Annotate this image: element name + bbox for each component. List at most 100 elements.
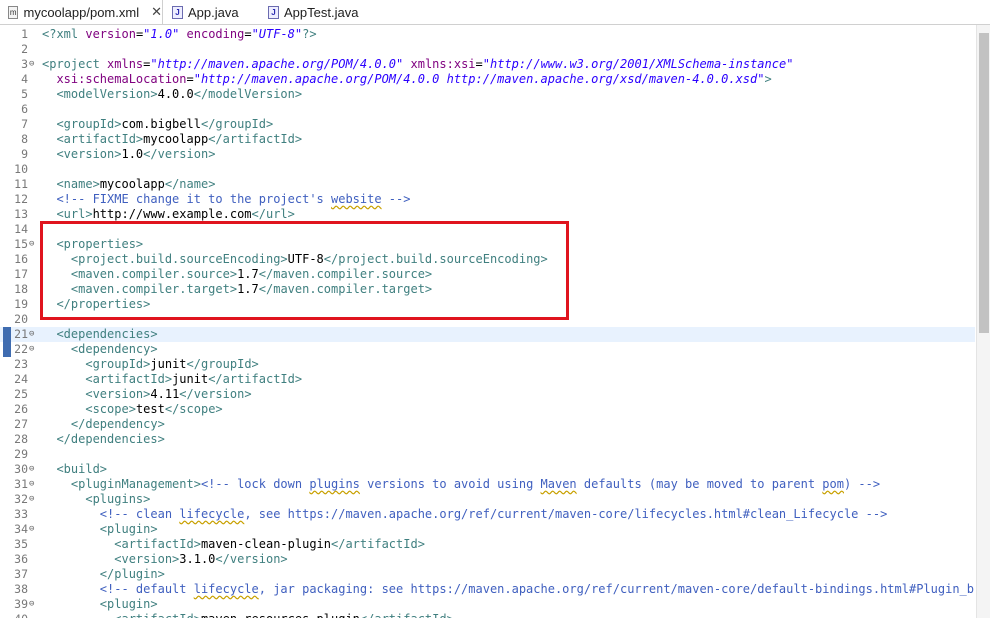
scrollbar-thumb[interactable] (979, 33, 989, 333)
code-line[interactable]: 27 </dependency> (0, 417, 975, 432)
code-line[interactable]: 21 ⊖ <dependencies> (0, 327, 975, 342)
line-code: <project xmlns="http://maven.apache.org/… (42, 57, 794, 71)
line-number: 20 (14, 312, 28, 326)
line-number: 11 (14, 177, 28, 191)
line-number: 23 (14, 357, 28, 371)
line-number: 24 (14, 372, 28, 386)
tab-label: App.java (188, 4, 239, 20)
line-code: <url>http://www.example.com</url> (56, 207, 295, 221)
line-code: <name>mycoolapp</name> (56, 177, 216, 191)
line-code: <pluginManagement><!-- lock down plugins… (70, 477, 881, 491)
line-number: 31 (14, 477, 28, 491)
line-code: <plugins> (85, 492, 151, 506)
code-line[interactable]: 39 ⊖ <plugin> (0, 597, 975, 612)
line-number: 28 (14, 432, 28, 446)
line-number: 9 (21, 147, 28, 161)
line-number: 2 (21, 42, 28, 56)
code-line[interactable]: 22 ⊖ <dependency> (0, 342, 975, 357)
code-line[interactable]: 5 <modelVersion>4.0.0</modelVersion> (0, 87, 975, 102)
code-line[interactable]: 4 xsi:schemaLocation="http://maven.apach… (0, 72, 975, 87)
line-number: 34 (14, 522, 28, 536)
line-number: 35 (14, 537, 28, 551)
code-line[interactable]: 37 </plugin> (0, 567, 975, 582)
line-code: <version>3.1.0</version> (114, 552, 288, 566)
code-line[interactable]: 23 <groupId>junit</groupId> (0, 357, 975, 372)
line-number: 27 (14, 417, 28, 431)
line-number: 12 (14, 192, 28, 206)
line-number: 25 (14, 387, 28, 401)
line-number: 10 (14, 162, 28, 176)
code-line[interactable]: 12 <!-- FIXME change it to the project's… (0, 192, 975, 207)
tab-pom-xml[interactable]: m mycoolapp/pom.xml ✕ (0, 0, 163, 24)
line-code: <groupId>com.bigbell</groupId> (56, 117, 274, 131)
code-line[interactable]: 10 (0, 162, 975, 177)
code-line[interactable]: 31 ⊖ <pluginManagement><!-- lock down plu… (0, 477, 975, 492)
code-line[interactable]: 3 ⊖ <project xmlns="http://maven.apache.or… (0, 57, 975, 72)
code-line[interactable]: 38 <!-- default lifecycle, jar packaging… (0, 582, 975, 597)
fold-toggle-icon[interactable]: ⊖ (29, 462, 37, 477)
code-line[interactable]: 34 ⊖ <plugin> (0, 522, 975, 537)
line-number: 13 (14, 207, 28, 221)
code-line[interactable]: 13 <url>http://www.example.com</url> (0, 207, 975, 222)
line-code: <artifactId>maven-resources-plugin</arti… (42, 612, 454, 618)
line-code: <plugin> (99, 522, 158, 536)
line-number: 8 (21, 132, 28, 146)
tab-apptest-java[interactable]: J AppTest.java (268, 0, 378, 24)
line-number: 38 (14, 582, 28, 596)
tab-app-java[interactable]: J App.java (172, 0, 262, 24)
code-line[interactable]: 35 <artifactId>maven-clean-plugin</artif… (0, 537, 975, 552)
line-code: <artifactId>maven-clean-plugin</artifact… (114, 537, 425, 551)
line-code: <dependencies> (56, 327, 158, 341)
line-number: 4 (21, 72, 28, 86)
line-code: <artifactId>junit</artifactId> (85, 372, 303, 386)
code-line[interactable]: 2 (0, 42, 975, 57)
fold-toggle-icon[interactable]: ⊖ (29, 522, 37, 537)
code-line[interactable]: 28 </dependencies> (0, 432, 975, 447)
code-editor[interactable]: 1 <?xml version="1.0" encoding="UTF-8"?> 2… (0, 25, 975, 618)
code-line[interactable]: 40 <artifactId>maven-resources-plugin</a… (0, 612, 975, 618)
fold-toggle-icon[interactable]: ⊖ (29, 237, 37, 252)
line-code: <version>4.11</version> (85, 387, 252, 401)
line-number: 40 (0, 612, 28, 618)
code-line[interactable]: 29 (0, 447, 975, 462)
code-line[interactable]: 6 (0, 102, 975, 117)
code-line[interactable]: 33 <!-- clean lifecycle, see https://mav… (0, 507, 975, 522)
code-line[interactable]: 36 <version>3.1.0</version> (0, 552, 975, 567)
line-code: <plugin> (99, 597, 158, 611)
code-line[interactable]: 9 <version>1.0</version> (0, 147, 975, 162)
code-line[interactable]: 24 <artifactId>junit</artifactId> (0, 372, 975, 387)
line-code: <modelVersion>4.0.0</modelVersion> (56, 87, 303, 101)
line-code: <build> (56, 462, 108, 476)
line-code: </dependencies> (56, 432, 165, 446)
code-line[interactable]: 8 <artifactId>mycoolapp</artifactId> (0, 132, 975, 147)
line-number: 30 (14, 462, 28, 476)
close-icon[interactable]: ✕ (151, 4, 162, 20)
fold-toggle-icon[interactable]: ⊖ (29, 597, 37, 612)
fold-toggle-icon[interactable]: ⊖ (29, 57, 37, 72)
tab-label: AppTest.java (284, 4, 359, 20)
vertical-scrollbar[interactable] (976, 25, 990, 618)
code-line[interactable]: 11 <name>mycoolapp</name> (0, 177, 975, 192)
line-number: 33 (14, 507, 28, 521)
code-line[interactable]: 30 ⊖ <build> (0, 462, 975, 477)
java-file-icon: J (172, 5, 183, 19)
line-number: 21 (14, 327, 28, 341)
code-line[interactable]: 7 <groupId>com.bigbell</groupId> (0, 117, 975, 132)
line-code: <!-- clean lifecycle, see https://maven.… (99, 507, 888, 521)
line-code: <scope>test</scope> (85, 402, 223, 416)
line-code: <artifactId>mycoolapp</artifactId> (56, 132, 303, 146)
code-line[interactable]: 32 ⊖ <plugins> (0, 492, 975, 507)
fold-toggle-icon[interactable]: ⊖ (29, 327, 37, 342)
line-number: 5 (21, 87, 28, 101)
line-number: 6 (21, 102, 28, 116)
fold-toggle-icon[interactable]: ⊖ (29, 492, 37, 507)
code-line[interactable]: 25 <version>4.11</version> (0, 387, 975, 402)
fold-toggle-icon[interactable]: ⊖ (29, 342, 37, 357)
line-code: xsi:schemaLocation="http://maven.apache.… (56, 72, 772, 86)
line-code: <!-- FIXME change it to the project's we… (56, 192, 411, 206)
code-line[interactable]: 26 <scope>test</scope> (0, 402, 975, 417)
line-code: <!-- default lifecycle, jar packaging: s… (99, 582, 975, 596)
line-code: <version>1.0</version> (56, 147, 216, 161)
fold-toggle-icon[interactable]: ⊖ (29, 477, 37, 492)
code-line[interactable]: 1 <?xml version="1.0" encoding="UTF-8"?> (0, 27, 975, 42)
